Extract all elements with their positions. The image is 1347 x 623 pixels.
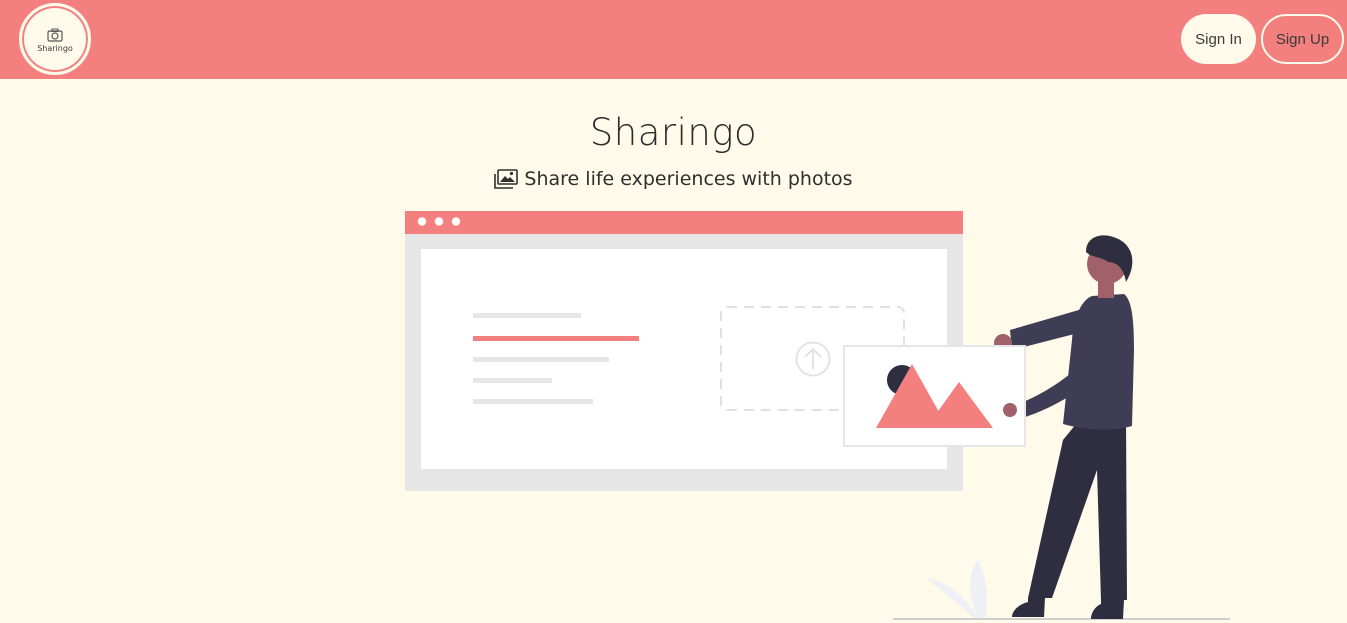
window-dot [451, 217, 461, 226]
person-arm [1015, 345, 1112, 418]
browser-window [405, 211, 963, 491]
window-dot [434, 217, 444, 226]
logo-text: Sharingo [37, 43, 73, 53]
leaf-decoration [969, 560, 988, 620]
person-torso [1063, 294, 1134, 430]
camera-icon [47, 28, 63, 42]
person-leg [1028, 418, 1127, 600]
ground-line [893, 618, 1230, 620]
sign-up-button[interactable]: Sign Up [1261, 14, 1344, 64]
text-line [473, 378, 552, 383]
photo-mountain [926, 382, 993, 428]
page-title: Sharingo [589, 111, 758, 154]
person-arm [1010, 305, 1096, 350]
person-neck [1098, 278, 1114, 298]
text-line [473, 313, 581, 318]
upload-dropzone [720, 306, 905, 411]
text-line [473, 399, 593, 404]
text-line [473, 357, 609, 362]
photo-gallery-icon [494, 169, 519, 189]
upload-illustration [405, 211, 1230, 620]
person-head [1087, 244, 1127, 284]
person-shoe [1091, 600, 1124, 619]
person-hand [1003, 403, 1017, 417]
subtitle: Share life experiences with photos [0, 168, 1347, 190]
leaf-decoration [927, 578, 980, 620]
sign-in-button[interactable]: Sign In [1181, 14, 1256, 64]
photo-sun [887, 365, 917, 395]
browser-titlebar [405, 211, 963, 234]
upload-arrow-icon [795, 341, 831, 377]
logo[interactable]: Sharingo [19, 3, 91, 75]
person-hand [1003, 402, 1019, 418]
photo-card [843, 345, 1026, 447]
subtitle-text: Share life experiences with photos [524, 168, 853, 190]
person-hand [994, 334, 1012, 352]
top-navbar: Sharingo Sign In Sign Up [0, 0, 1347, 79]
person-hair [1086, 235, 1133, 282]
text-line-accent [473, 336, 639, 341]
person-shoe [1012, 598, 1045, 617]
photo-mountain [876, 364, 948, 428]
window-dot [417, 217, 427, 226]
browser-content [421, 249, 947, 469]
